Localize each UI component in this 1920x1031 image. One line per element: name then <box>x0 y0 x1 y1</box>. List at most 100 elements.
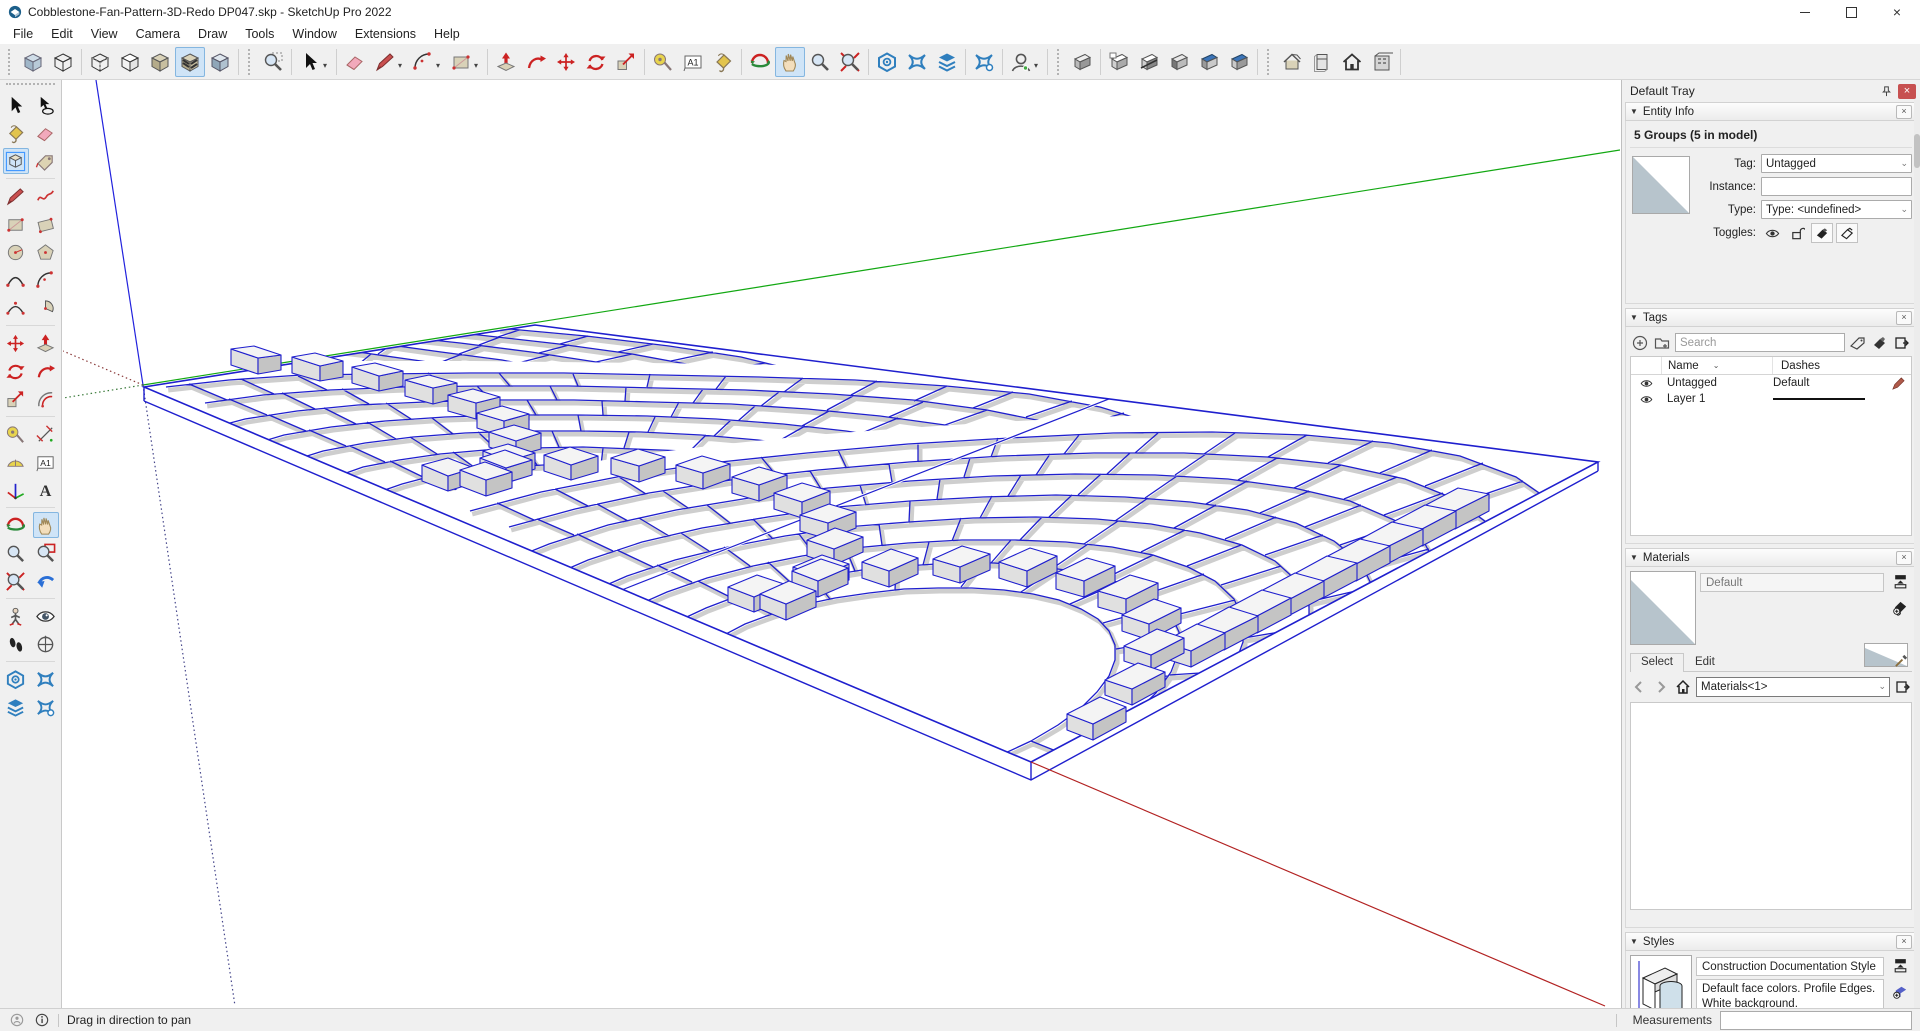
pan-icon[interactable] <box>33 512 59 538</box>
front-view-icon[interactable] <box>1307 47 1337 77</box>
pin-icon[interactable] <box>1877 83 1895 99</box>
maximize-button[interactable] <box>1828 0 1874 24</box>
tag-icon[interactable] <box>33 148 59 174</box>
type-dropdown[interactable]: Type: <undefined>⌄ <box>1761 200 1912 219</box>
toolbar-drag-handle[interactable] <box>1057 49 1063 75</box>
tag-row[interactable]: UntaggedDefault <box>1631 375 1911 391</box>
person-icon[interactable] <box>1006 47 1036 77</box>
menu-view[interactable]: View <box>82 25 127 43</box>
materials-tab-select[interactable]: Select <box>1630 653 1684 672</box>
toolbar-drag-handle[interactable] <box>248 49 254 75</box>
ext-box-icon[interactable] <box>872 47 902 77</box>
pie-icon[interactable] <box>33 295 59 321</box>
styles-close-button[interactable]: × <box>1896 935 1912 949</box>
styles-header[interactable]: ▼ Styles × <box>1625 932 1917 951</box>
rotate-icon[interactable] <box>3 358 29 384</box>
component-icon[interactable] <box>3 148 29 174</box>
line-icon[interactable] <box>370 47 400 77</box>
dimension-icon[interactable] <box>33 421 59 447</box>
previous-icon[interactable] <box>33 568 59 594</box>
tags-header[interactable]: ▼ Tags × <box>1625 308 1917 327</box>
section-display-icon[interactable] <box>1104 47 1134 77</box>
rotate-icon[interactable] <box>581 47 611 77</box>
material-name-field[interactable]: Default <box>1700 573 1884 592</box>
edit-tag-icon[interactable] <box>1849 334 1867 352</box>
entity-info-close-button[interactable]: × <box>1896 105 1912 119</box>
measurements-input[interactable] <box>1720 1011 1912 1030</box>
menu-edit[interactable]: Edit <box>42 25 82 43</box>
position-camera-icon[interactable] <box>3 603 29 629</box>
home-icon[interactable] <box>1674 678 1692 696</box>
materials-close-button[interactable]: × <box>1896 551 1912 565</box>
rectangle-icon[interactable] <box>3 211 29 237</box>
create-material-icon[interactable] <box>1892 599 1909 619</box>
materials-details-icon[interactable] <box>1894 678 1912 696</box>
polygon-icon[interactable] <box>33 239 59 265</box>
zoom-selection-icon[interactable] <box>258 47 288 77</box>
tray-close-button[interactable]: × <box>1898 84 1916 99</box>
menu-draw[interactable]: Draw <box>189 25 236 43</box>
section-blue-a-icon[interactable] <box>1194 47 1224 77</box>
pushpull-icon[interactable] <box>491 47 521 77</box>
shaded-icon[interactable] <box>145 47 175 77</box>
toolbar-drag-handle[interactable] <box>8 49 14 75</box>
receive-shadows-icon[interactable] <box>1836 223 1858 243</box>
add-tag-folder-icon[interactable] <box>1653 334 1671 352</box>
tags-column-name[interactable]: Name⌄ <box>1662 357 1773 374</box>
ext-cross-gear-icon[interactable] <box>33 694 59 720</box>
tag-dashes[interactable] <box>1765 398 1885 400</box>
wireframe-icon[interactable] <box>48 47 78 77</box>
tag-name[interactable]: Layer 1 <box>1661 393 1765 405</box>
xray-icon[interactable] <box>18 47 48 77</box>
ext-cross-icon[interactable] <box>33 666 59 692</box>
forward-arrow-icon[interactable] <box>1652 678 1670 696</box>
menu-tools[interactable]: Tools <box>236 25 283 43</box>
scale-icon[interactable] <box>611 47 641 77</box>
toolbar-drag-handle[interactable] <box>1267 49 1273 75</box>
close-button[interactable]: × <box>1874 0 1920 24</box>
back-edges-icon[interactable] <box>85 47 115 77</box>
materials-tab-edit[interactable]: Edit <box>1684 653 1726 671</box>
tags-column-dashes[interactable]: Dashes <box>1773 357 1911 374</box>
select-icon[interactable] <box>3 92 29 118</box>
rotated-rectangle-icon[interactable] <box>33 211 59 237</box>
tag-row[interactable]: Layer 1 <box>1631 391 1911 407</box>
arc3-icon[interactable] <box>3 295 29 321</box>
followme-icon[interactable] <box>33 358 59 384</box>
visible-eye-icon[interactable] <box>1761 223 1783 243</box>
zoom-extents-icon[interactable] <box>835 47 865 77</box>
pushpull-icon[interactable] <box>33 330 59 356</box>
scale-icon[interactable] <box>3 386 29 412</box>
orbit-icon[interactable] <box>3 512 29 538</box>
palette-drag-handle[interactable] <box>6 83 55 90</box>
arc2-icon[interactable] <box>3 267 29 293</box>
tag-visibility-eye-icon[interactable] <box>1631 377 1661 390</box>
section-cut-icon[interactable] <box>1134 47 1164 77</box>
select-icon[interactable] <box>295 47 325 77</box>
tag-name[interactable]: Untagged <box>1661 377 1765 389</box>
tape-icon[interactable] <box>648 47 678 77</box>
menu-help[interactable]: Help <box>425 25 469 43</box>
entity-info-header[interactable]: ▼ Entity Info × <box>1625 102 1917 121</box>
paint-bucket-icon[interactable] <box>3 120 29 146</box>
zoom-icon[interactable] <box>3 540 29 566</box>
sample-paint-icon[interactable] <box>1892 651 1910 669</box>
3d-text-icon[interactable]: A <box>33 477 59 503</box>
move-icon[interactable] <box>551 47 581 77</box>
tag-visibility-eye-icon[interactable] <box>1631 393 1661 406</box>
orbit-icon[interactable] <box>745 47 775 77</box>
shaded-textures-icon[interactable] <box>175 47 205 77</box>
look-around-icon[interactable] <box>33 603 59 629</box>
arc-icon[interactable] <box>33 267 59 293</box>
ext-layers-icon[interactable] <box>932 47 962 77</box>
turn-icon[interactable] <box>33 631 59 657</box>
ext-cross-gear-icon[interactable] <box>969 47 999 77</box>
style-name-field[interactable]: Construction Documentation Style <box>1696 957 1884 976</box>
text-icon[interactable]: A1 <box>678 47 708 77</box>
text-icon[interactable]: A1 <box>33 449 59 475</box>
materials-header[interactable]: ▼ Materials × <box>1625 548 1917 567</box>
purge-tags-icon[interactable] <box>1871 334 1889 352</box>
tape-icon[interactable] <box>3 421 29 447</box>
materials-list[interactable] <box>1630 702 1912 910</box>
back-arrow-icon[interactable] <box>1630 678 1648 696</box>
